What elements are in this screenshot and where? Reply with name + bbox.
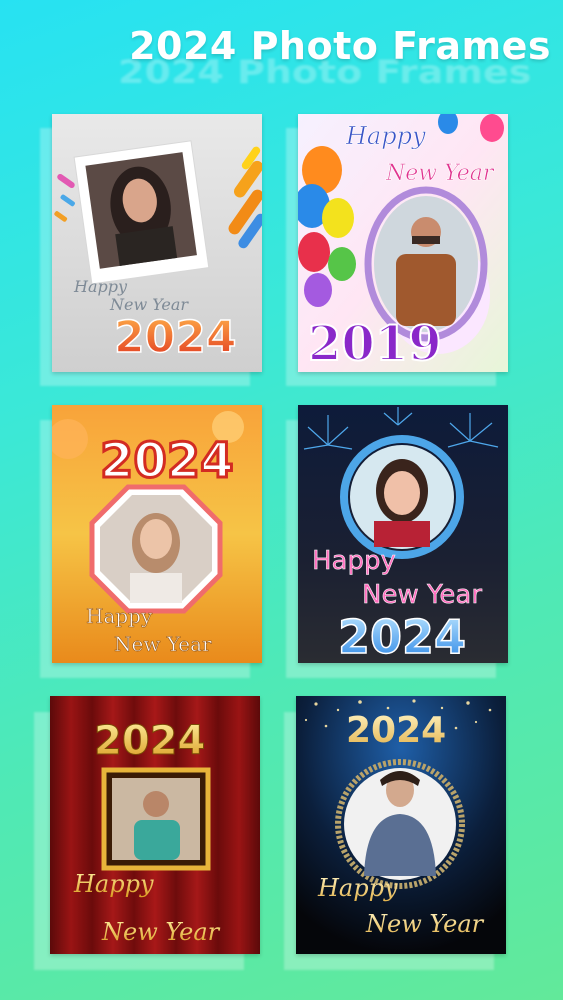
greeting-line-2: New Year bbox=[362, 580, 482, 610]
square-photo-frame bbox=[101, 767, 211, 871]
octagon-photo-frame bbox=[89, 484, 223, 614]
frame-preview-4: Happy New Year 2024 bbox=[298, 405, 508, 663]
frame-card-2[interactable]: Happy New Year 2019 bbox=[298, 114, 508, 372]
frame-preview-6: 2024 Happy New Year bbox=[296, 696, 506, 954]
year-label: 2019 bbox=[308, 316, 442, 372]
greeting-line-1: Happy bbox=[86, 604, 153, 628]
frame-preview-5: 2024 Happy New Year bbox=[50, 696, 260, 954]
frame-card-4[interactable]: Happy New Year 2024 bbox=[298, 405, 508, 663]
year-label: 2024 bbox=[346, 710, 446, 751]
greeting-line-1: Happy bbox=[317, 874, 398, 902]
greeting-line-2: New Year bbox=[385, 161, 495, 186]
frame-card-3[interactable]: 2024 Happy New Year bbox=[52, 405, 262, 663]
frame-preview-3: 2024 Happy New Year bbox=[52, 405, 262, 663]
year-label: 2024 bbox=[100, 433, 234, 489]
greeting-line-2: New Year bbox=[114, 632, 212, 656]
greeting-line-1: Happy bbox=[73, 870, 154, 898]
year-label: 2024 bbox=[338, 610, 466, 663]
frame-card-5[interactable]: 2024 Happy New Year bbox=[50, 696, 260, 954]
frame-preview-2: Happy New Year 2019 bbox=[298, 114, 508, 372]
greeting-line-1: Happy bbox=[312, 546, 396, 576]
year-label: 2024 bbox=[94, 718, 205, 764]
page-title: 2024 Photo Frames bbox=[129, 24, 551, 68]
frame-card-1[interactable]: Happy New Year 2024 bbox=[52, 114, 262, 372]
polaroid-frame bbox=[73, 140, 210, 285]
frame-card-6[interactable]: 2024 Happy New Year bbox=[296, 696, 506, 954]
greeting-line-1: Happy bbox=[345, 122, 426, 150]
greeting-line-2: New Year bbox=[365, 910, 485, 938]
frame-preview-1: Happy New Year 2024 bbox=[52, 114, 262, 372]
greeting-line-1: Happy bbox=[73, 277, 128, 296]
year-label: 2024 bbox=[114, 312, 236, 363]
greeting-line-2: New Year bbox=[101, 918, 221, 946]
circle-photo-frame bbox=[340, 435, 464, 559]
